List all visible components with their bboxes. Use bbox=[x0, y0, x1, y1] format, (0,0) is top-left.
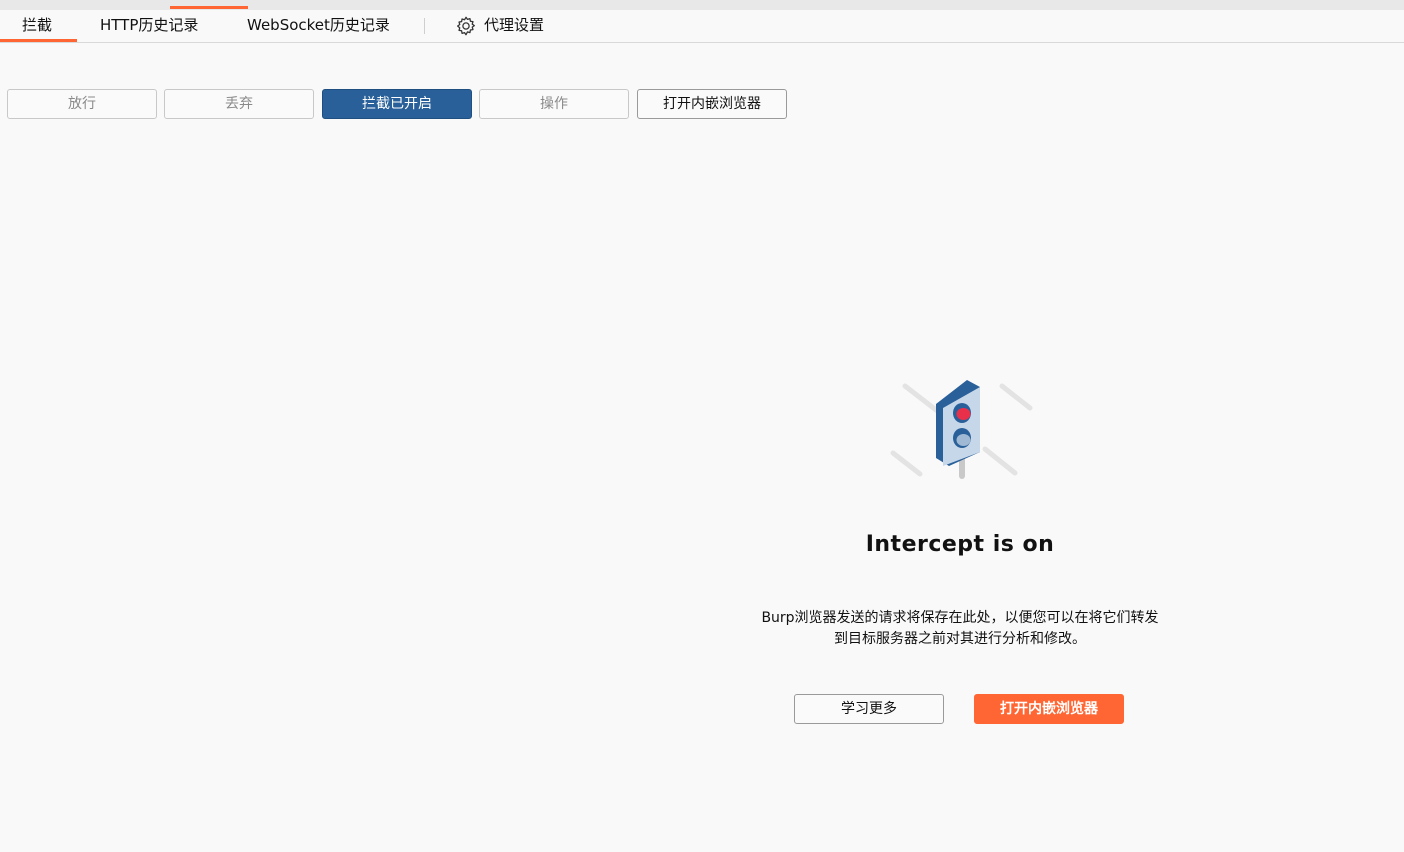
drop-button[interactable]: 丢弃 bbox=[164, 89, 314, 119]
intercept-toggle-button[interactable]: 拦截已开启 bbox=[322, 89, 472, 119]
forward-button[interactable]: 放行 bbox=[7, 89, 157, 119]
intercept-description: Burp浏览器发送的请求将保存在此处，以便您可以在将它们转发 到目标服务器之前对… bbox=[735, 608, 1185, 650]
open-browser-button[interactable]: 打开内嵌浏览器 bbox=[974, 694, 1124, 724]
description-line-2: 到目标服务器之前对其进行分析和修改。 bbox=[834, 631, 1086, 647]
proxy-subtabs: 拦截 HTTP历史记录 WebSocket历史记录 代理设置 bbox=[0, 10, 1404, 43]
learn-more-button[interactable]: 学习更多 bbox=[794, 694, 944, 724]
action-button[interactable]: 操作 bbox=[479, 89, 629, 119]
description-line-1: Burp浏览器发送的请求将保存在此处，以便您可以在将它们转发 bbox=[761, 610, 1159, 626]
tab-intercept[interactable]: 拦截 bbox=[0, 10, 78, 42]
tab-separator bbox=[424, 18, 425, 34]
tab-websocket-history[interactable]: WebSocket历史记录 bbox=[247, 10, 390, 42]
open-browser-toolbar-button[interactable]: 打开内嵌浏览器 bbox=[637, 89, 787, 119]
tab-proxy-settings[interactable]: 代理设置 bbox=[484, 10, 544, 42]
active-top-tab-indicator bbox=[170, 6, 248, 9]
gear-icon[interactable] bbox=[455, 15, 477, 37]
traffic-light-icon bbox=[890, 380, 1033, 479]
tab-http-history[interactable]: HTTP历史记录 bbox=[100, 10, 198, 42]
intercept-status-title: Intercept is on bbox=[865, 532, 1055, 557]
